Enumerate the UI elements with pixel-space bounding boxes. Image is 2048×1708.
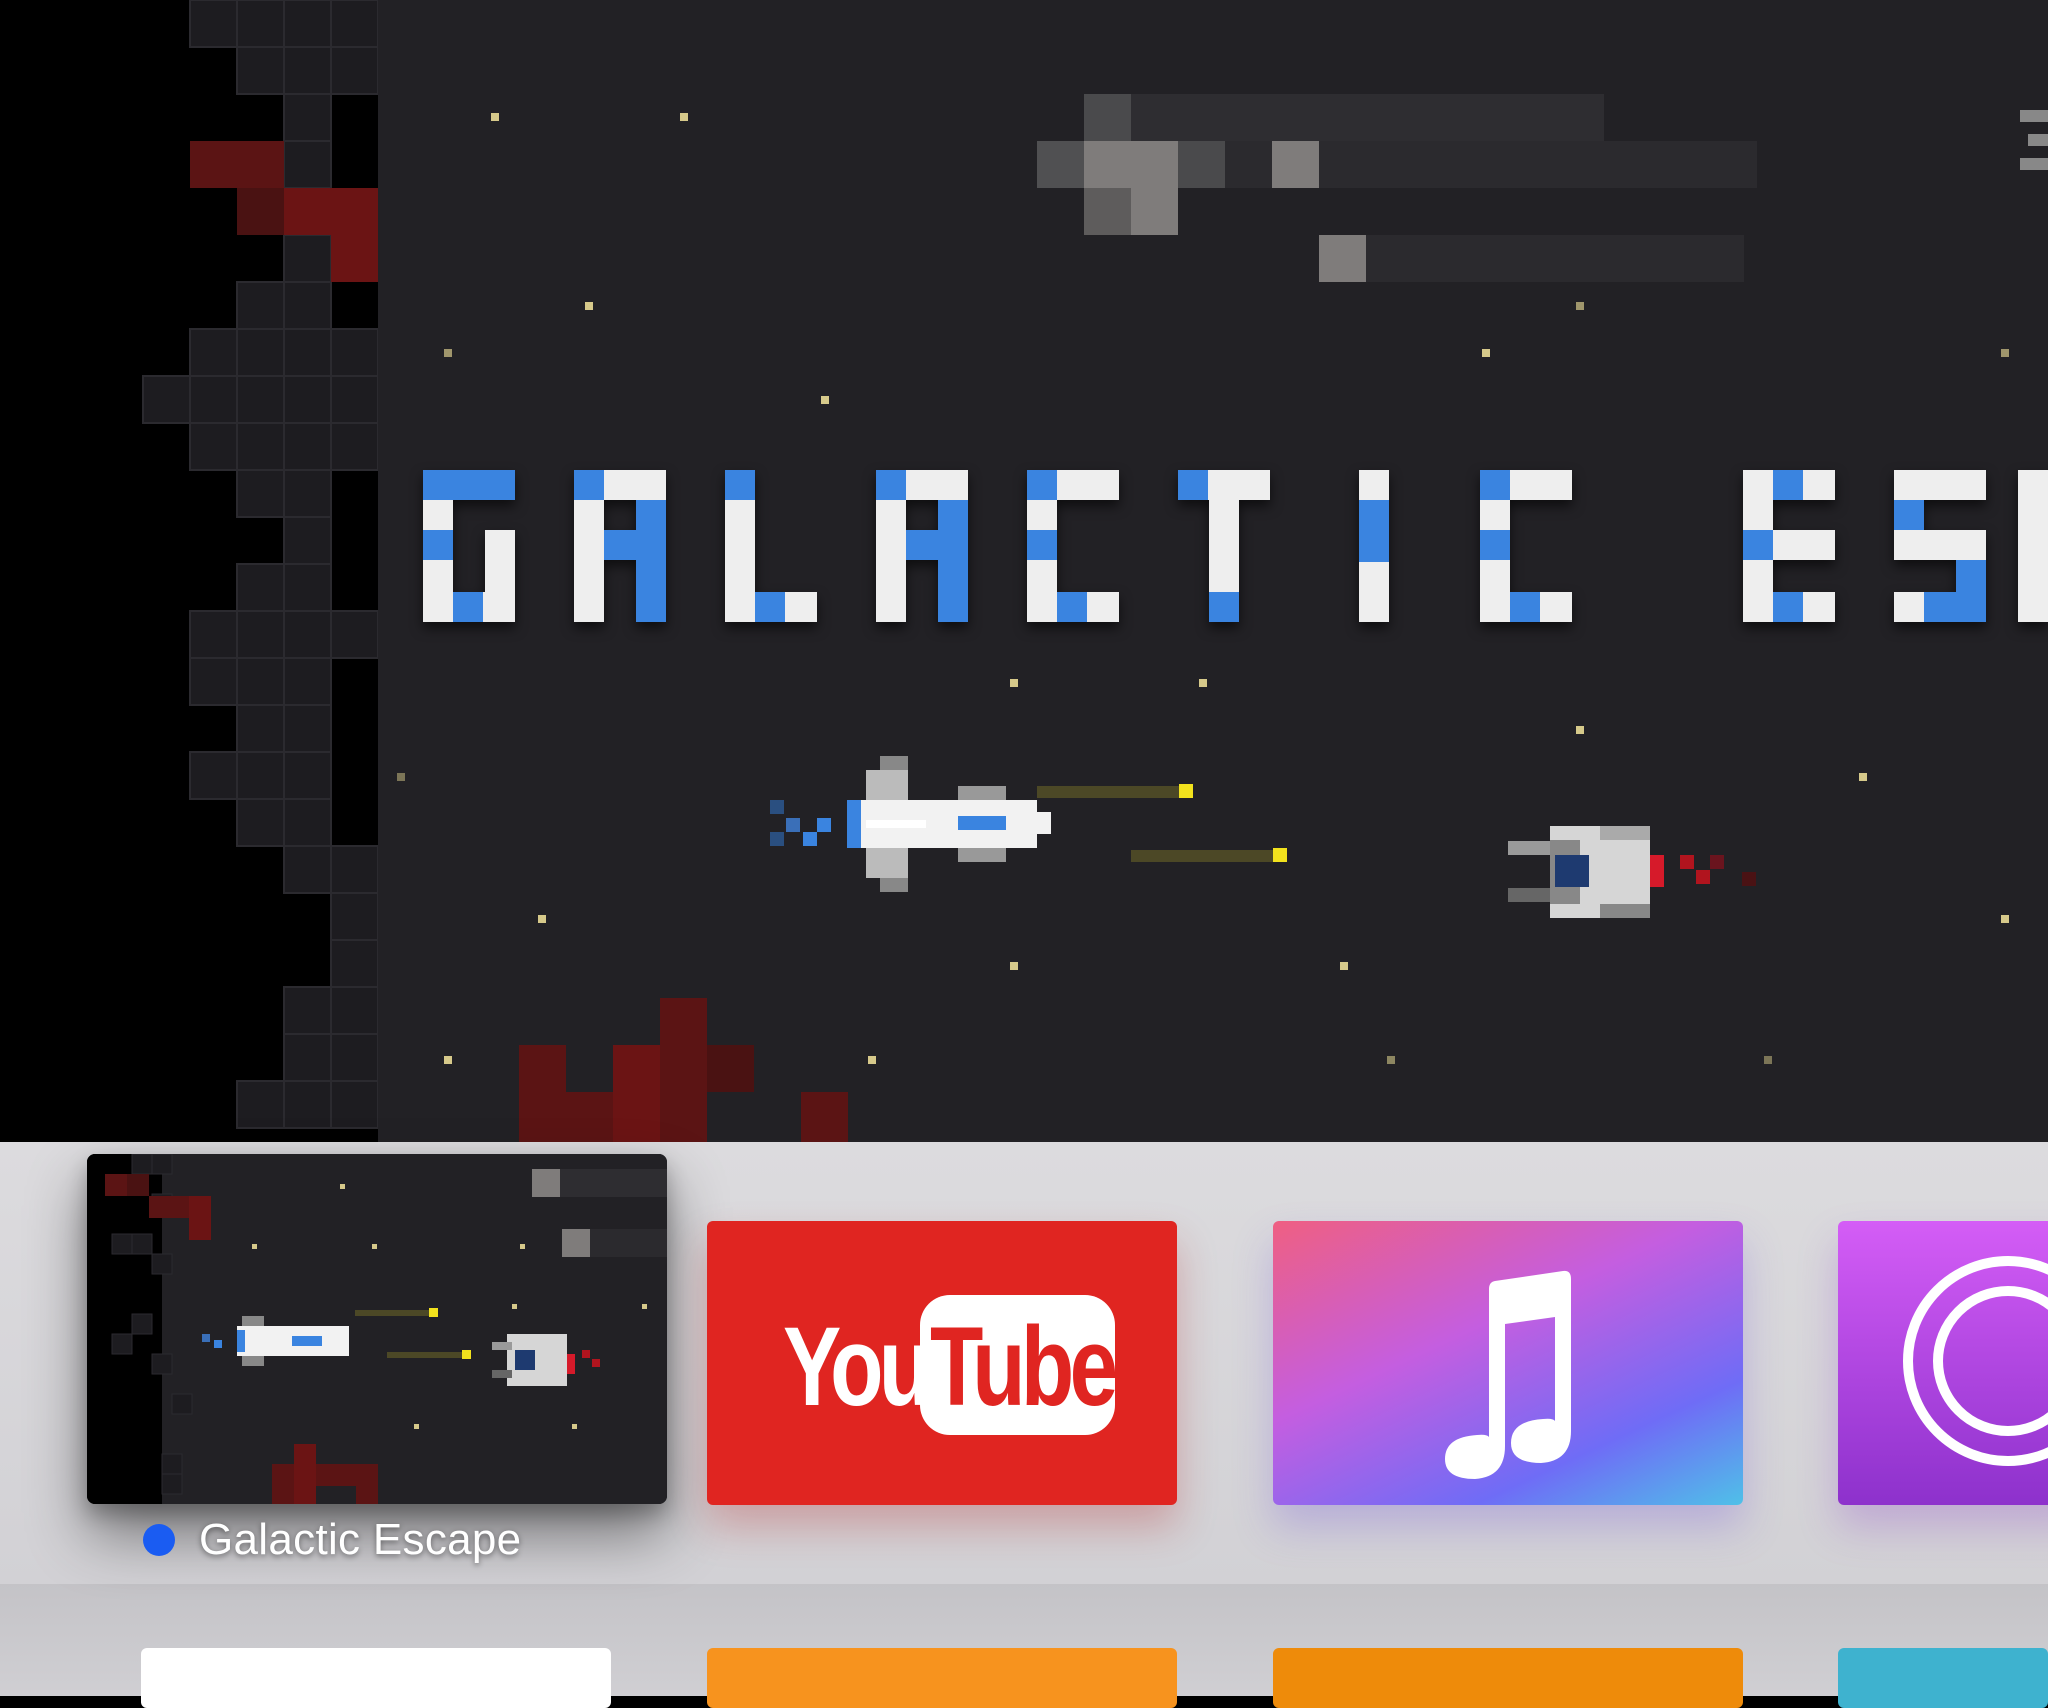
galactic-escape-app-icon <box>87 1154 667 1504</box>
app-tile-row2-1[interactable] <box>141 1648 611 1708</box>
app-tile-galactic-escape[interactable] <box>87 1154 667 1504</box>
player-ship <box>770 756 1051 892</box>
youtube-logo: You Tube <box>777 1291 1118 1435</box>
top-shelf-hero <box>0 0 2048 1142</box>
youtube-logo-box: Tube <box>920 1295 1118 1435</box>
app-tile-row2-2[interactable] <box>707 1648 1177 1708</box>
music-note-icon <box>1445 1270 1571 1479</box>
new-update-dot <box>143 1524 175 1556</box>
enemy-ship <box>1508 826 1756 918</box>
game-title-art <box>423 470 2048 622</box>
podcasts-icon <box>1903 1256 2048 1466</box>
youtube-logo-tube: Tube <box>930 1304 1118 1429</box>
blurred-asteroids <box>1037 94 2048 282</box>
red-debris <box>519 998 848 1142</box>
app-tile-row2-3[interactable] <box>1273 1648 1743 1708</box>
laser-shots <box>1037 784 1287 862</box>
game-artwork <box>0 0 2048 1142</box>
focused-app-label: Galactic Escape <box>143 1512 521 1568</box>
app-name: Galactic Escape <box>199 1515 522 1564</box>
app-tile-music[interactable] <box>1273 1221 1743 1505</box>
app-tile-podcasts[interactable] <box>1838 1221 2048 1505</box>
app-tile-row2-4[interactable] <box>1838 1648 2048 1708</box>
youtube-logo-you: You <box>783 1304 932 1429</box>
app-tile-youtube[interactable]: You Tube <box>707 1221 1177 1505</box>
